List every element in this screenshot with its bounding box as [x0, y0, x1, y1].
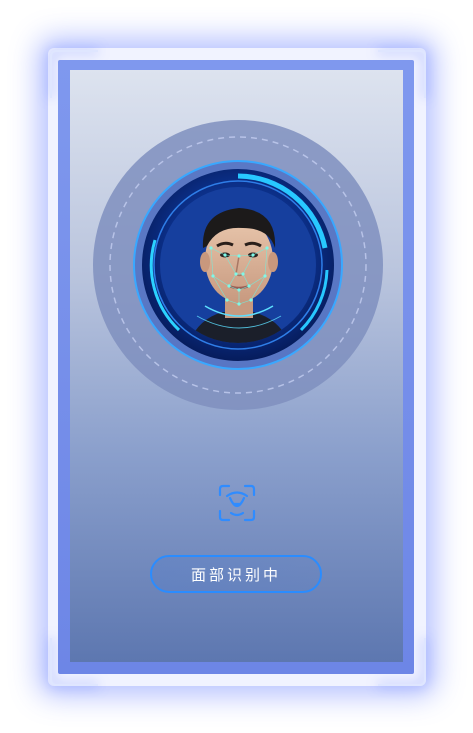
face-scanner-graphic — [93, 120, 383, 410]
face-scan-icon — [218, 484, 256, 522]
face-scanner — [93, 120, 383, 410]
screen: 面部识别中 — [0, 0, 473, 733]
recognition-panel: 面部识别中 — [70, 70, 403, 662]
recognition-status: 面部识别中 — [150, 555, 322, 593]
recognition-status-label: 面部识别中 — [190, 565, 281, 584]
